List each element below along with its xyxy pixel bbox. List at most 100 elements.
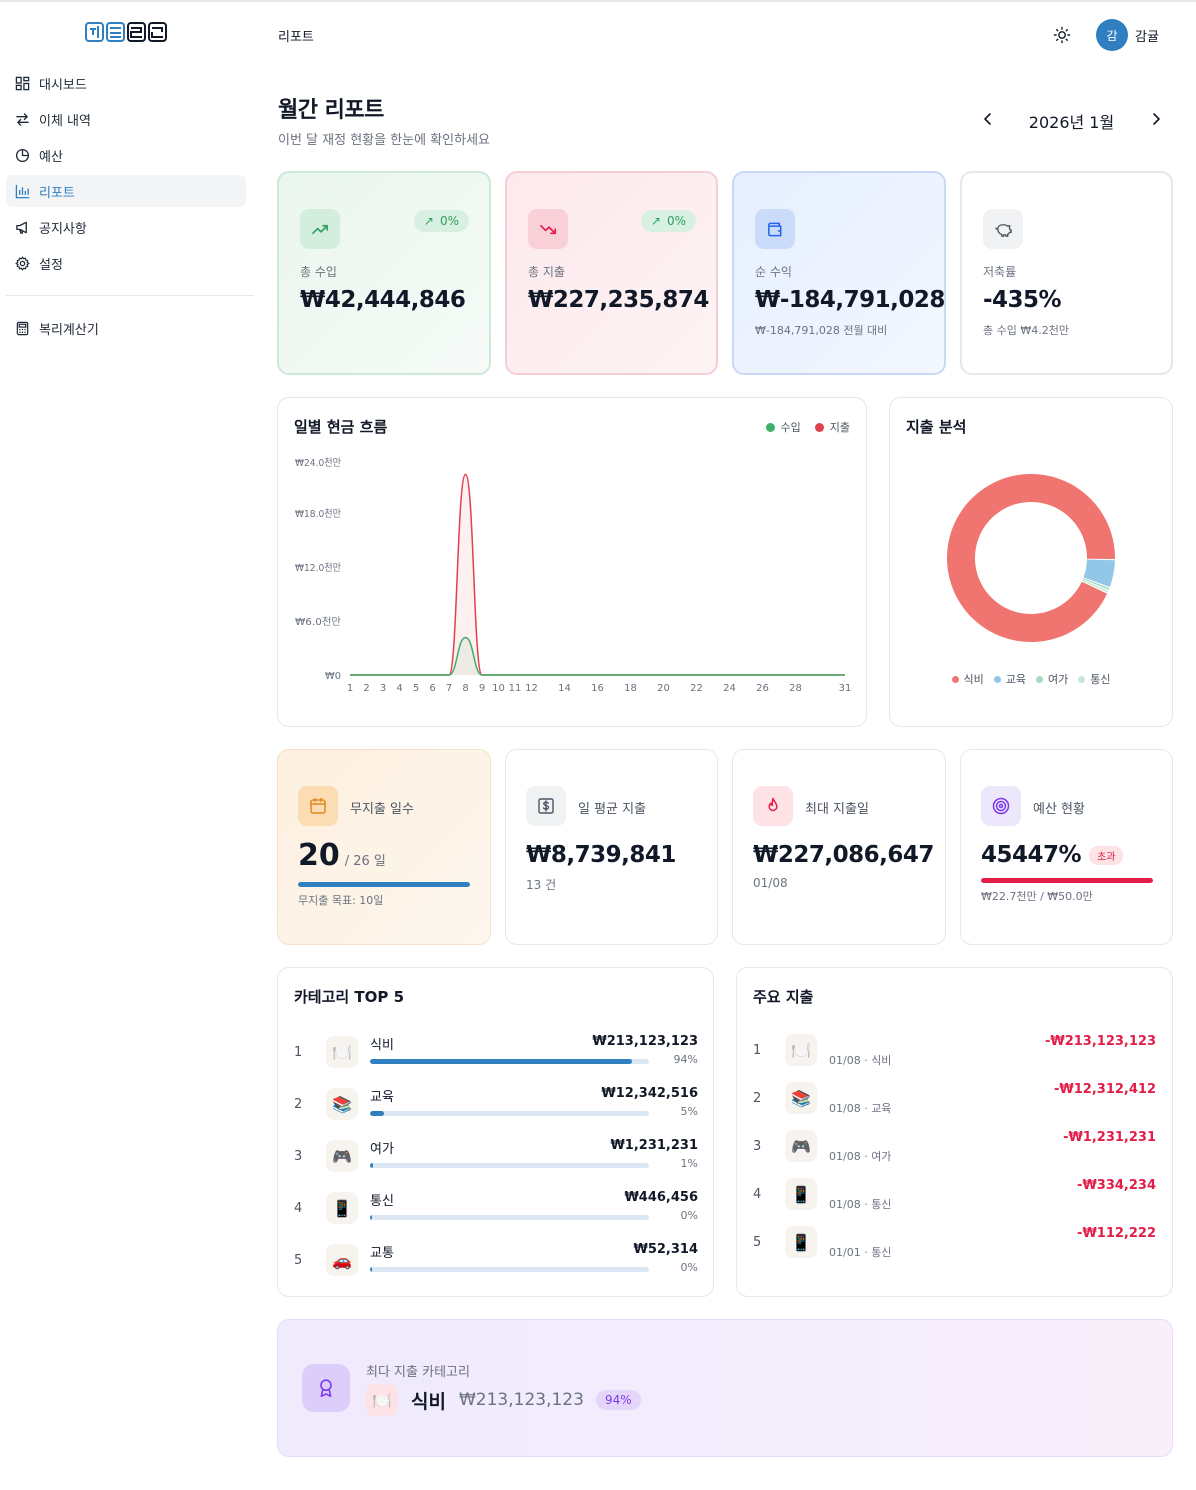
max-spend-day-card: 최대 지출일 ₩227,086,647 01/08 [732, 749, 946, 945]
savings-value: -435% [983, 287, 1062, 313]
sidebar-item-dashboard[interactable]: 대시보드 [6, 67, 246, 99]
category-pct: 0% [680, 1261, 698, 1274]
expense-meta: 01/01 · 통신 [829, 1246, 892, 1259]
category-pct: 5% [680, 1105, 698, 1118]
income-change-value: 0% [439, 214, 459, 228]
expense-emoji-icon: 🎮 [785, 1130, 817, 1162]
category-bar-fill [370, 1111, 384, 1116]
x-tick-label: 2 [363, 683, 369, 694]
budget-status-card: 예산 현황 45447% 초과 ₩22.7천만 / ₩50.0만 [960, 749, 1173, 945]
sidebar-item-notices[interactable]: 공지사항 [6, 211, 246, 243]
expense-rank: 3 [753, 1139, 762, 1154]
expense-change-badge: ↗ 0% [640, 210, 696, 232]
category-top5-title: 카테고리 TOP 5 [294, 988, 405, 1006]
budget-status-value: 45447% [981, 842, 1082, 868]
trending-down-icon [528, 209, 568, 249]
top-category-row: 🍽️ 식비 ₩213,123,123 94% [366, 1384, 641, 1416]
legend-food: 식비 [951, 671, 984, 687]
stat-card-expense: ↗ 0% 총 지출 ₩227,235,874 [505, 171, 718, 375]
sidebar-item-budget[interactable]: 예산 [6, 139, 246, 171]
stat-card-income: ↗ 0% 총 수입 ₩42,444,846 [277, 171, 491, 375]
piggy-bank-icon [983, 209, 1023, 249]
dashboard-grid-icon [15, 76, 30, 90]
daily-average-label: 일 평균 지출 [578, 802, 647, 817]
bar-chart-icon [15, 184, 30, 198]
sidebar-item-transfers[interactable]: 이체 내역 [6, 103, 246, 135]
legend-education-label: 교육 [1005, 673, 1026, 686]
next-month-chevron-icon[interactable] [1147, 110, 1165, 128]
expense-value: ₩227,235,874 [528, 287, 709, 313]
page-title: 월간 리포트 [278, 98, 384, 123]
top-category-label: 최다 지출 카테고리 [366, 1365, 470, 1380]
sidebar-item-report[interactable]: 리포트 [6, 175, 246, 207]
expense-meta: 01/08 · 여가 [829, 1150, 892, 1163]
sidebar-item-settings[interactable]: 설정 [6, 247, 246, 279]
expense-emoji-icon: 📚 [785, 1082, 817, 1114]
category-name: 교육 [370, 1090, 394, 1105]
category-rank: 1 [294, 1045, 303, 1060]
income-label: 총 수입 [300, 265, 337, 279]
x-tick-label: 1 [347, 683, 353, 694]
category-pct: 1% [680, 1157, 698, 1170]
y-tick-label: ₩0 [325, 671, 341, 682]
category-rank: 5 [294, 1253, 303, 1268]
net-value: ₩-184,791,028 [755, 287, 945, 313]
expense-emoji-icon: 📱 [785, 1226, 817, 1258]
budget-status-note: ₩22.7천만 / ₩50.0만 [981, 890, 1093, 903]
cashflow-chart: ₩0₩6.0천만₩18.0천만₩12.0천만₩24.0천만1 2 3 4 5 6 7 8 9 10… [295, 457, 852, 694]
legend-telecom-dot [1078, 675, 1086, 683]
expense-label: 총 지출 [528, 265, 565, 279]
category-emoji-icon: 🎮 [326, 1140, 358, 1172]
donut-slice-food[interactable] [947, 474, 1115, 642]
sidebar-item-label: 공지사항 [39, 221, 87, 237]
legend-leisure-label: 여가 [1048, 673, 1069, 686]
app-logo[interactable] [84, 20, 168, 44]
theme-toggle-sun-icon[interactable] [1053, 26, 1071, 44]
category-amount: ₩446,456 [624, 1190, 698, 1205]
series-area-income [350, 637, 845, 675]
avatar[interactable]: 감 [1096, 19, 1128, 51]
dollar-bill-icon [526, 786, 566, 826]
category-name: 여가 [370, 1142, 394, 1157]
sidebar-item-label: 복리계산기 [39, 322, 99, 338]
previous-month-chevron-icon[interactable] [979, 110, 997, 128]
no-spend-progress [298, 882, 470, 887]
food-emoji-icon: 🍽️ [366, 1384, 398, 1416]
expense-amount: -₩12,312,412 [1054, 1082, 1156, 1097]
x-tick-label: 31 [839, 683, 852, 694]
no-spend-suffix: / 26 일 [344, 854, 386, 869]
expense-amount: -₩334,234 [1077, 1178, 1156, 1193]
category-top5-card: 카테고리 TOP 5 1 🍽️ 식비 ₩213,123,123 94% 2 📚 교육 ₩12,3… [277, 967, 714, 1297]
x-tick-label: 14 [558, 683, 571, 694]
max-spend-day-value: ₩227,086,647 [753, 842, 934, 868]
expense-rank: 4 [753, 1187, 762, 1202]
page-subtitle: 이번 달 재정 현황을 한눈에 확인하세요 [278, 133, 491, 148]
no-spend-value: 20 [298, 838, 340, 873]
category-bar [370, 1111, 649, 1116]
category-emoji-icon: 🚗 [326, 1244, 358, 1276]
daily-average-value: ₩8,739,841 [526, 842, 676, 868]
daily-average-count: 13 건 [526, 878, 557, 892]
category-amount: ₩52,314 [633, 1242, 698, 1257]
top-category-banner: 최다 지출 카테고리 🍽️ 식비 ₩213,123,123 94% [277, 1319, 1173, 1457]
category-rank: 3 [294, 1149, 303, 1164]
y-tick-label: ₩18.0천만 [295, 508, 341, 520]
sidebar-item-compound-calculator[interactable]: 복리계산기 [6, 312, 246, 344]
sidebar-item-label: 예산 [39, 149, 63, 165]
x-tick-label: 24 [723, 683, 736, 694]
max-spend-day-label: 최대 지출일 [805, 802, 869, 817]
category-emoji-icon: 🍽️ [326, 1036, 358, 1068]
category-name: 교통 [370, 1246, 394, 1261]
series-area-expense [350, 474, 845, 675]
y-tick-label: ₩6.0천만 [295, 616, 341, 628]
category-bar [370, 1163, 649, 1168]
x-tick-label: 26 [756, 683, 769, 694]
expense-meta: 01/08 · 교육 [829, 1102, 892, 1115]
x-tick-label: 28 [789, 683, 802, 694]
budget-status-stat: 45447% 초과 [981, 842, 1124, 868]
wallet-icon [755, 209, 795, 249]
stat-card-net: 순 수익 ₩-184,791,028 ₩-184,791,028 전월 대비 [732, 171, 946, 375]
no-spend-label: 무지출 일수 [350, 802, 414, 817]
expense-amount: -₩213,123,123 [1044, 1034, 1156, 1049]
user-name[interactable]: 감귤 [1135, 26, 1159, 45]
